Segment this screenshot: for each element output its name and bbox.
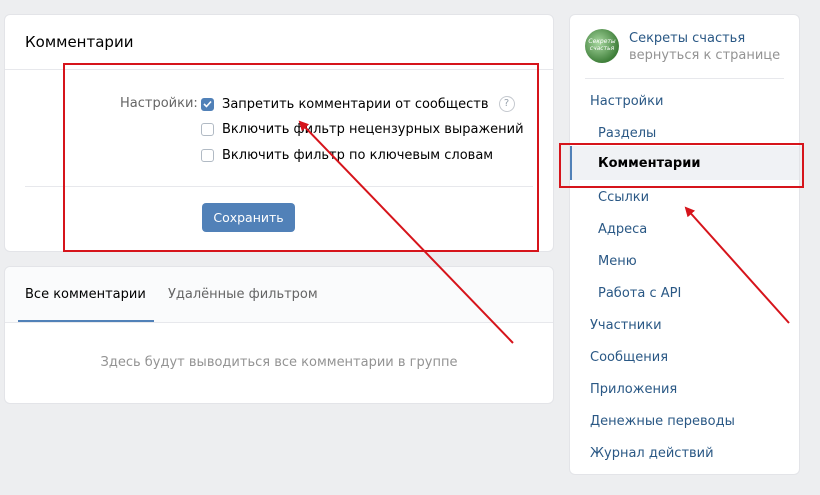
avatar[interactable]: Секреты счастья	[585, 29, 619, 63]
group-name-link[interactable]: Секреты счастья	[629, 31, 745, 46]
group-nav-card: Секреты счастья Секреты счастья вернутьс…	[569, 14, 800, 475]
nav-item-menu[interactable]: Меню	[598, 254, 637, 269]
empty-state-message: Здесь будут выводиться все комментарии в…	[100, 355, 458, 370]
page-title: Комментарии	[25, 33, 134, 51]
nav-item-sections[interactable]: Разделы	[598, 126, 656, 141]
divider	[585, 78, 784, 79]
nav-item-action-log[interactable]: Журнал действий	[590, 446, 714, 461]
comments-card: Все комментарии Удалённые фильтром Здесь…	[4, 266, 554, 404]
nav-item-messages[interactable]: Сообщения	[590, 350, 668, 365]
tabs-bar: Все комментарии Удалённые фильтром	[5, 267, 553, 323]
nav-item-apps[interactable]: Приложения	[590, 382, 677, 397]
annotation-highlight-nav	[559, 143, 804, 188]
nav-item-members[interactable]: Участники	[590, 318, 662, 333]
nav-item-money-transfers[interactable]: Денежные переводы	[590, 414, 735, 429]
nav-item-links[interactable]: Ссылки	[598, 190, 649, 205]
nav-item-settings[interactable]: Настройки	[590, 94, 663, 109]
tab-all-comments[interactable]: Все комментарии	[25, 287, 146, 302]
nav-item-api[interactable]: Работа с API	[598, 286, 681, 301]
annotation-highlight-settings	[63, 63, 539, 252]
active-tab-indicator	[18, 320, 154, 322]
nav-item-addresses[interactable]: Адреса	[598, 222, 647, 237]
back-to-page-link[interactable]: вернуться к странице	[629, 48, 780, 63]
avatar-caption: Секреты счастья	[588, 38, 616, 52]
tab-filtered-comments[interactable]: Удалённые фильтром	[168, 287, 318, 302]
